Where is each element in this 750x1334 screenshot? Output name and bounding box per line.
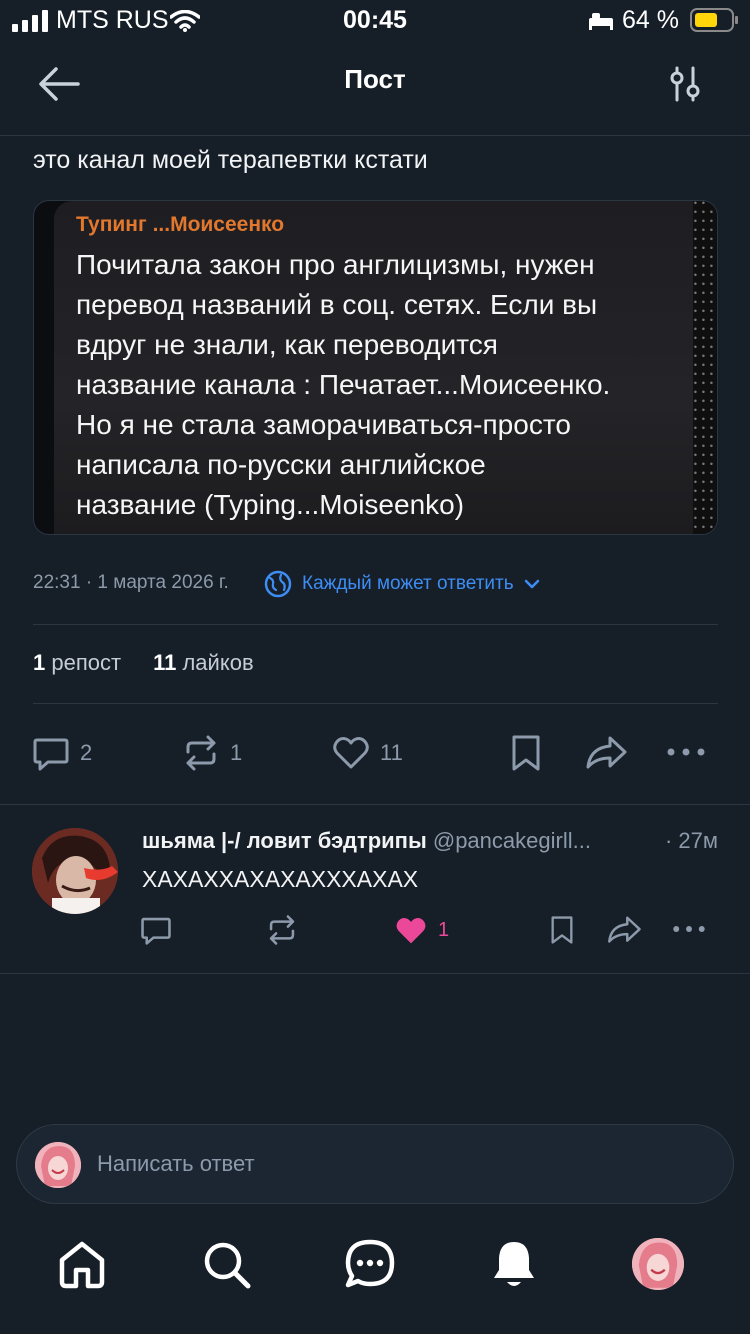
profile-avatar[interactable] xyxy=(632,1238,684,1290)
user-avatar xyxy=(35,1142,81,1188)
image-text-line: Но я не стала заморачиваться-просто xyxy=(76,409,571,440)
image-text-line: перевод названий в соц. сетях. Если вы xyxy=(76,289,598,320)
likes-count: 11 xyxy=(153,650,177,675)
sleep-bed-icon xyxy=(589,13,613,30)
reply-button[interactable]: 2 xyxy=(32,734,92,772)
reply-permission-button[interactable]: Каждый может ответить xyxy=(264,568,540,600)
image-text-line: Почитала закон про англицизмы, нужен xyxy=(76,249,595,280)
bookmark-icon xyxy=(551,916,573,944)
compose-reply-field[interactable]: Написать ответ xyxy=(16,1124,734,1204)
reply-repost-button[interactable] xyxy=(266,914,298,951)
more-options-icon xyxy=(673,926,705,932)
more-options-icon[interactable] xyxy=(666,744,706,760)
like-count: 11 xyxy=(380,740,403,765)
image-text-line: вдруг не знали, как переводится xyxy=(76,329,498,360)
repost-icon xyxy=(269,915,295,945)
reply-header: шьяма |-/ ловит бэдтрипы @pancakegirll..… xyxy=(142,828,722,854)
chat-icon[interactable] xyxy=(342,1236,398,1292)
reposts-count: 1 xyxy=(33,650,46,675)
reply-divider xyxy=(0,973,750,974)
bottom-nav xyxy=(0,1236,750,1296)
reply-more-button[interactable] xyxy=(672,922,706,941)
stats-top-divider xyxy=(33,624,718,625)
reply-share-button[interactable] xyxy=(606,914,642,951)
reply-author-name[interactable]: шьяма |-/ ловит бэдтрипы xyxy=(142,828,427,853)
image-text-line: название (Typing...Moiseenko) xyxy=(76,489,465,520)
post-timestamp: 22:31 · 1 марта 2026 г. xyxy=(33,572,229,593)
home-icon[interactable] xyxy=(54,1236,110,1292)
heart-filled-icon xyxy=(396,918,426,944)
battery-percent: 64 % xyxy=(622,6,679,34)
settings-sliders-icon[interactable] xyxy=(668,66,702,102)
image-message-author: Тупинг ...Моисеенко xyxy=(76,213,285,236)
bell-icon[interactable] xyxy=(486,1236,542,1292)
status-bar: MTS RUS 00:45 64 % xyxy=(0,0,750,42)
header-divider xyxy=(0,135,750,136)
avatar-image xyxy=(632,1238,684,1290)
battery-icon xyxy=(690,8,738,32)
stats-bottom-divider xyxy=(33,703,718,704)
comment-icon xyxy=(141,917,171,945)
reply-text: ХАХАХХАХАХАХХХАХАХ xyxy=(142,866,419,892)
likes-stat[interactable]: 11 лайков xyxy=(153,650,254,676)
post-divider xyxy=(0,804,750,805)
bookmark-icon[interactable] xyxy=(508,734,544,772)
image-message-text: Почитала закон про англицизмы, нужен пер… xyxy=(76,245,696,525)
chevron-down-icon xyxy=(524,579,539,589)
likes-label: лайков xyxy=(182,650,254,675)
reposts-stat[interactable]: 1 репост xyxy=(33,650,121,676)
reposts-label: репост xyxy=(51,650,122,675)
repost-button[interactable]: 1 xyxy=(182,734,242,772)
globe-icon xyxy=(264,570,292,598)
post-image[interactable]: Тупинг ...Моисеенко Почитала закон про а… xyxy=(33,200,718,535)
reply-bookmark-button[interactable] xyxy=(548,914,576,951)
image-text-line: написала по-русски английское xyxy=(76,449,486,480)
reply-comment-button[interactable] xyxy=(140,914,172,951)
compose-placeholder: Написать ответ xyxy=(97,1151,255,1176)
image-background-texture xyxy=(693,201,717,534)
image-text-line: название канала : Печатает...Моисеенко. xyxy=(76,369,611,400)
reply-permission-label: Каждый может ответить xyxy=(302,573,514,594)
reply-author-handle[interactable]: @pancakegirll... xyxy=(433,828,591,853)
reply-time: · 27м xyxy=(664,828,718,853)
avatar-image xyxy=(35,1142,81,1188)
search-icon[interactable] xyxy=(198,1236,254,1292)
repost-count: 1 xyxy=(230,740,243,765)
share-icon xyxy=(608,916,641,943)
reply-like-count: 1 xyxy=(438,918,450,941)
avatar-image xyxy=(32,828,118,914)
reply-avatar[interactable] xyxy=(32,828,118,914)
heart-icon xyxy=(333,737,369,769)
page-title: Пост xyxy=(344,64,406,94)
share-icon[interactable] xyxy=(584,734,628,772)
reply-count: 2 xyxy=(80,740,93,765)
repost-icon xyxy=(186,735,216,771)
reply-like-button[interactable]: 1 xyxy=(394,914,449,946)
comment-icon xyxy=(33,738,69,771)
like-button[interactable]: 11 xyxy=(332,734,403,772)
post-stats: 1 репост 11 лайков xyxy=(33,650,254,676)
post-text: это канал моей терапевтки кстати xyxy=(33,146,428,174)
